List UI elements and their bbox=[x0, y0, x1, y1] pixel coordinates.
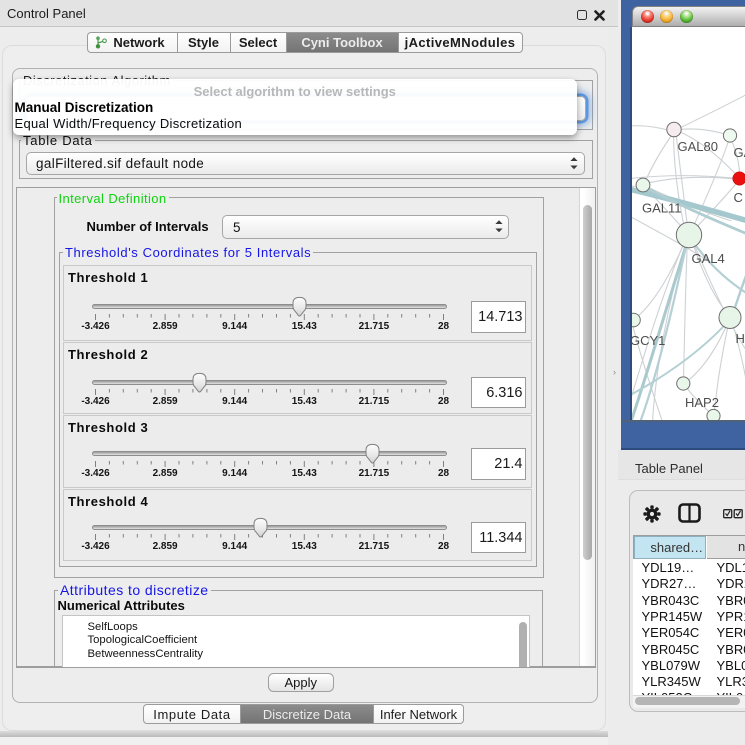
svg-text:GAL80: GAL80 bbox=[677, 139, 717, 154]
svg-text:HAP2: HAP2 bbox=[685, 395, 719, 410]
svg-text:HA: HA bbox=[735, 331, 745, 346]
svg-text:GAL11: GAL11 bbox=[642, 201, 682, 216]
svg-text:C: C bbox=[733, 190, 742, 205]
svg-text:GAL4: GAL4 bbox=[691, 251, 724, 266]
svg-text:GA: GA bbox=[733, 145, 745, 160]
svg-text:GCY1: GCY1 bbox=[632, 333, 665, 348]
